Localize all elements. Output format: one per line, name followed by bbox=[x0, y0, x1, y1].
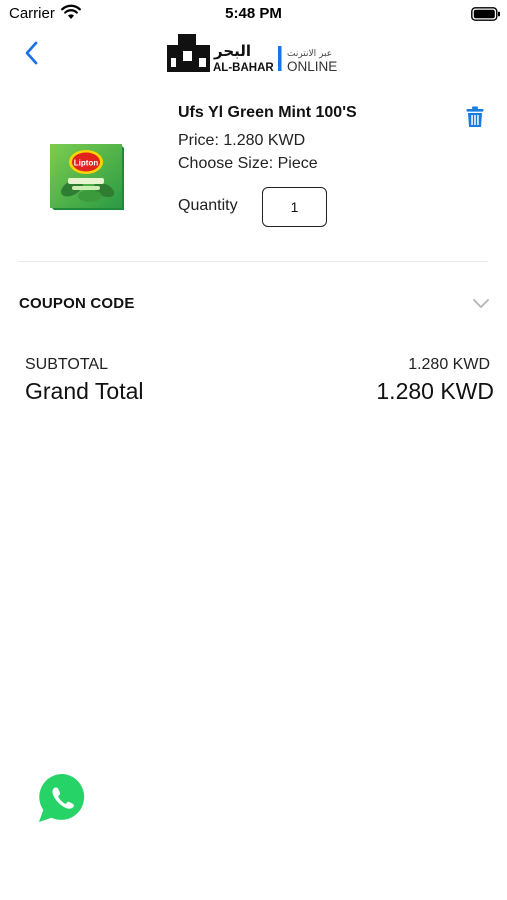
product-name[interactable]: Ufs Yl Green Mint 100'S bbox=[178, 104, 357, 122]
back-chevron-icon[interactable] bbox=[22, 40, 42, 66]
status-bar: Carrier 5:48 PM bbox=[0, 0, 507, 28]
subtotal-label: SUBTOTAL bbox=[25, 356, 108, 373]
section-divider bbox=[19, 261, 488, 262]
chevron-down-icon[interactable] bbox=[472, 297, 490, 315]
whatsapp-icon[interactable] bbox=[35, 770, 91, 831]
quantity-field[interactable]: 1 bbox=[262, 187, 327, 227]
clock: 5:48 PM bbox=[225, 5, 282, 22]
nav-header: البحر AL-BAHAR عبر الانترنت ONLINE bbox=[0, 28, 507, 78]
grand-total-value: 1.280 KWD bbox=[376, 378, 494, 404]
battery-icon bbox=[471, 7, 501, 26]
logo-suffix-ar: عبر الانترنت bbox=[287, 49, 332, 59]
grand-total-label: Grand Total bbox=[25, 378, 144, 404]
al-bahar-logo: البحر AL-BAHAR عبر الانترنت ONLINE bbox=[166, 31, 341, 82]
logo-brand-ar: البحر bbox=[213, 42, 251, 60]
svg-text:Lipton: Lipton bbox=[74, 159, 99, 168]
cart-item: Lipton Ufs Yl Green Mint 100'S Price: 1.… bbox=[0, 96, 507, 246]
subtotal-value: 1.280 KWD bbox=[408, 356, 490, 373]
logo-suffix-en: ONLINE bbox=[287, 59, 337, 74]
trash-icon[interactable] bbox=[466, 106, 484, 133]
coupon-code-label: COUPON CODE bbox=[19, 295, 135, 312]
logo-brand-en: AL-BAHAR bbox=[213, 62, 274, 74]
product-size: Choose Size: Piece bbox=[178, 155, 318, 172]
coupon-code-toggle[interactable]: COUPON CODE bbox=[0, 284, 507, 324]
product-image[interactable]: Lipton bbox=[46, 138, 126, 219]
product-price: Price: 1.280 KWD bbox=[178, 132, 306, 149]
quantity-label: Quantity bbox=[178, 197, 238, 214]
